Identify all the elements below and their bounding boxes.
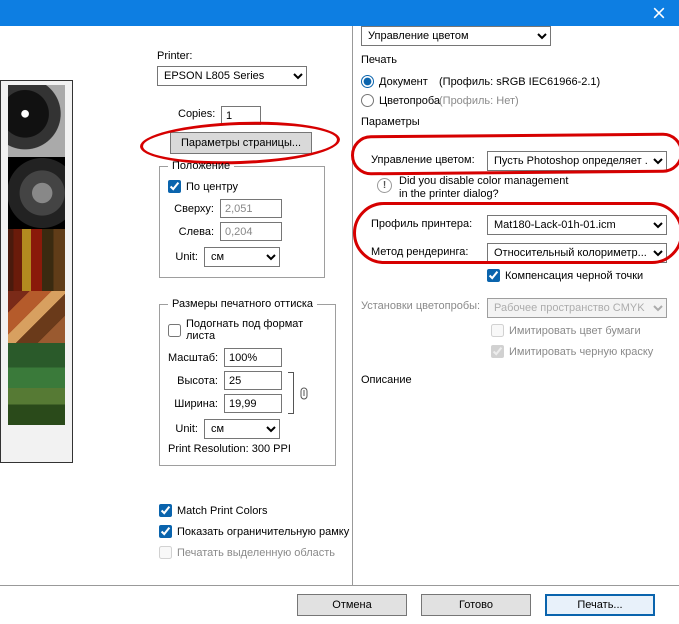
copies-input[interactable] — [221, 106, 261, 125]
copies-label: Copies: — [178, 108, 215, 120]
show-bounding-box-label: Показать ограничительную рамку — [177, 526, 349, 538]
center-checkbox[interactable] — [168, 180, 181, 193]
size-unit-label: Unit: — [168, 423, 198, 435]
color-handling-select[interactable]: Пусть Photoshop определяет ... — [487, 151, 667, 171]
match-print-colors-checkbox[interactable] — [159, 504, 172, 517]
printer-profile-label: Профиль принтера: — [371, 218, 472, 230]
proof-radio-label: Цветопроба — [379, 95, 440, 107]
pos-top-input — [220, 199, 282, 218]
rendering-intent-label: Метод рендеринга: — [371, 246, 468, 258]
simulate-black-label: Имитировать черную краску — [509, 346, 653, 358]
button-bar: Отмена Готово Печать... — [0, 585, 679, 624]
document-profile-text: (Профиль: sRGB IEC61966-2.1) — [439, 76, 600, 88]
simulate-black-checkbox — [491, 345, 504, 358]
warning-icon: ! — [377, 178, 392, 193]
pos-top-label: Сверху: — [168, 203, 214, 215]
match-print-colors-label: Match Print Colors — [177, 505, 267, 517]
printer-select[interactable]: EPSON L805 Series — [157, 66, 307, 86]
printer-label: Printer: — [157, 50, 192, 62]
print-resolution-label: Print Resolution: 300 PPI — [168, 443, 327, 455]
paperclip-icon — [299, 387, 310, 400]
pos-unit-select[interactable]: см — [204, 247, 280, 267]
description-label: Описание — [361, 374, 412, 386]
print-size-legend: Размеры печатного оттиска — [168, 298, 317, 310]
simulate-paper-label: Имитировать цвет бумаги — [509, 325, 641, 337]
printer-profile-select[interactable]: Mat180-Lack-01h-01.icm — [487, 215, 667, 235]
position-legend: Положение — [168, 160, 234, 172]
center-label: По центру — [186, 181, 238, 193]
simulate-paper-checkbox — [491, 324, 504, 337]
right-panel: Управление цветом Печать Документ (Профи… — [353, 26, 679, 585]
proof-profile-text: (Профиль: Нет) — [439, 95, 519, 107]
pos-unit-label: Unit: — [168, 251, 198, 263]
link-bracket-icon — [288, 372, 294, 414]
document-radio-label: Документ — [379, 76, 428, 88]
rendering-intent-select[interactable]: Относительный колориметр... — [487, 243, 667, 263]
black-point-checkbox[interactable] — [487, 269, 500, 282]
page-setup-button[interactable]: Параметры страницы... — [170, 132, 312, 154]
left-panel: Printer: EPSON L805 Series Copies: Парам… — [0, 26, 353, 585]
pos-left-label: Слева: — [168, 226, 214, 238]
print-preview — [0, 80, 73, 463]
height-label: Высота: — [168, 375, 218, 387]
size-unit-select[interactable]: см — [204, 419, 280, 439]
fit-media-checkbox[interactable] — [168, 324, 181, 337]
position-group: Положение По центру Сверху: Слева: Unit:… — [159, 160, 325, 278]
print-selected-area-checkbox — [159, 546, 172, 559]
top-section-select[interactable]: Управление цветом — [361, 26, 551, 46]
proof-setup-select: Рабочее пространство CMYK — [487, 298, 667, 318]
proof-setup-label: Установки цветопробы: — [361, 300, 480, 312]
close-button[interactable] — [639, 0, 679, 26]
constrain-proportions-button[interactable] — [299, 387, 310, 403]
fit-media-label: Подогнать под формат листа — [186, 318, 327, 342]
height-input[interactable] — [224, 371, 282, 390]
done-button[interactable]: Готово — [421, 594, 531, 616]
width-label: Ширина: — [168, 398, 218, 410]
window-titlebar — [0, 0, 679, 26]
scale-input[interactable] — [224, 348, 282, 367]
print-selected-area-label: Печатать выделенную область — [177, 547, 335, 559]
print-section-label: Печать — [361, 54, 397, 66]
black-point-label: Компенсация черной точки — [505, 270, 643, 282]
document-radio[interactable] — [361, 75, 374, 88]
proof-radio[interactable] — [361, 94, 374, 107]
color-handling-label: Управление цветом: — [371, 154, 475, 166]
scale-label: Масштаб: — [168, 352, 218, 364]
warning-text: Did you disable color management in the … — [399, 175, 568, 201]
cancel-button[interactable]: Отмена — [297, 594, 407, 616]
pos-left-input — [220, 222, 282, 241]
parameters-label: Параметры — [361, 116, 420, 128]
close-icon — [653, 7, 665, 19]
print-button[interactable]: Печать... — [545, 594, 655, 616]
show-bounding-box-checkbox[interactable] — [159, 525, 172, 538]
print-size-group: Размеры печатного оттиска Подогнать под … — [159, 298, 336, 466]
width-input[interactable] — [224, 394, 282, 413]
